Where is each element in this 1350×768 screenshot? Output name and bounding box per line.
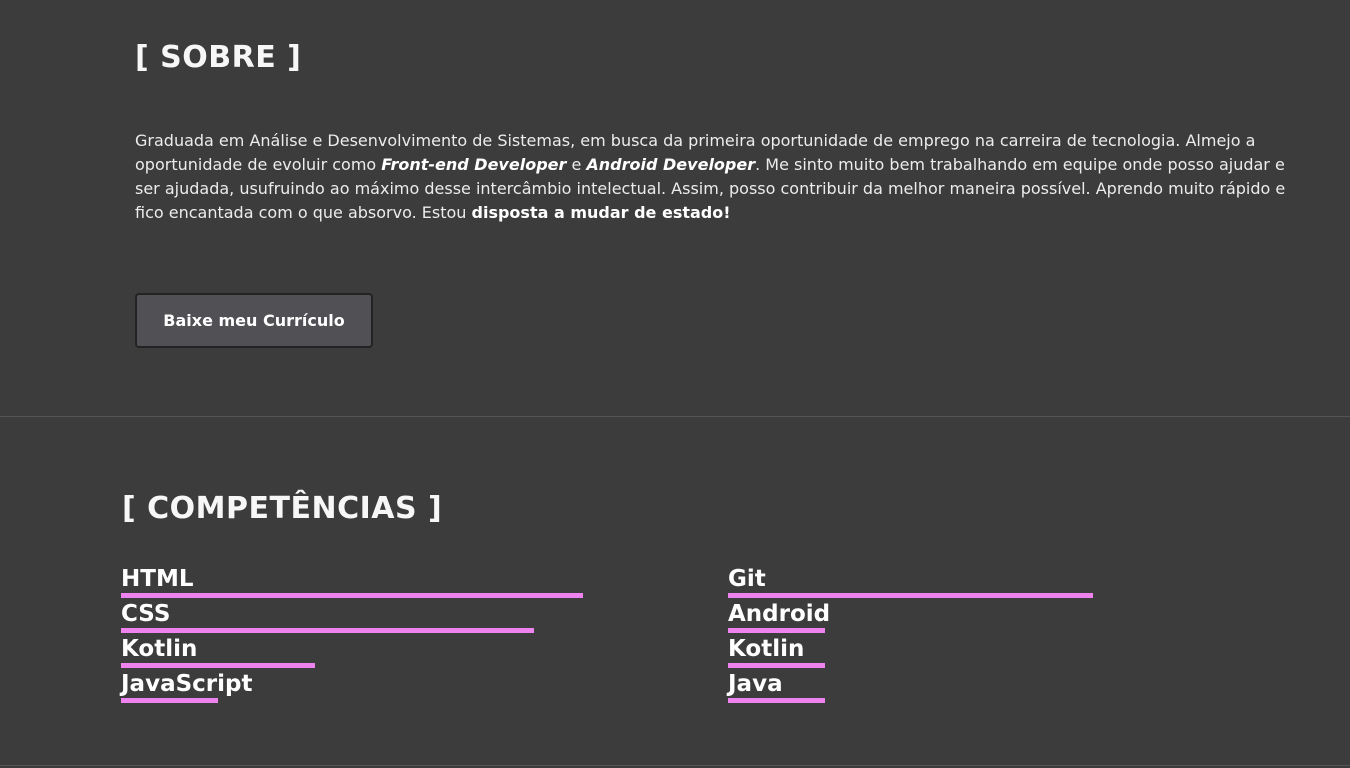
skill-item: Android (728, 600, 1214, 635)
download-resume-button[interactable]: Baixe meu Currículo (135, 293, 373, 348)
skill-level-bar (121, 628, 534, 633)
skill-level-bar (728, 663, 825, 668)
skill-name: JavaScript (121, 671, 253, 697)
skill-item: HTML (121, 565, 607, 600)
page: [ SOBRE ] Graduada em Análise e Desenvol… (0, 0, 1350, 768)
android-developer-emphasis: Android Developer (586, 155, 756, 174)
about-text-part-2: e (566, 155, 587, 174)
front-end-developer-emphasis: Front-end Developer (381, 155, 567, 174)
relocation-emphasis: disposta a mudar de estado! (471, 203, 731, 222)
skill-name: Android (728, 601, 831, 627)
skill-level-bar (728, 698, 825, 703)
about-title: [ SOBRE ] (135, 40, 302, 75)
skill-name: Kotlin (728, 636, 805, 662)
skill-name: Java (728, 671, 783, 697)
skill-level-bar (121, 663, 315, 668)
skills-title: [ COMPETÊNCIAS ] (122, 491, 443, 526)
about-section: [ SOBRE ] Graduada em Análise e Desenvol… (0, 0, 1350, 416)
skill-level-bar (121, 698, 218, 703)
skill-name: HTML (121, 566, 194, 592)
skill-name: Kotlin (121, 636, 198, 662)
skill-item: Java (728, 670, 1214, 705)
skill-item: Kotlin (121, 635, 607, 670)
skill-level-bar (728, 628, 825, 633)
skill-item: JavaScript (121, 670, 607, 705)
skill-level-bar (121, 593, 583, 598)
skill-name: CSS (121, 601, 171, 627)
section-divider (0, 416, 1350, 417)
section-divider (0, 765, 1350, 766)
skill-level-bar (728, 593, 1093, 598)
skill-name: Git (728, 566, 766, 592)
skill-item: CSS (121, 600, 607, 635)
skill-item: Kotlin (728, 635, 1214, 670)
about-text: Graduada em Análise e Desenvolvimento de… (135, 129, 1310, 225)
skill-item: Git (728, 565, 1214, 600)
